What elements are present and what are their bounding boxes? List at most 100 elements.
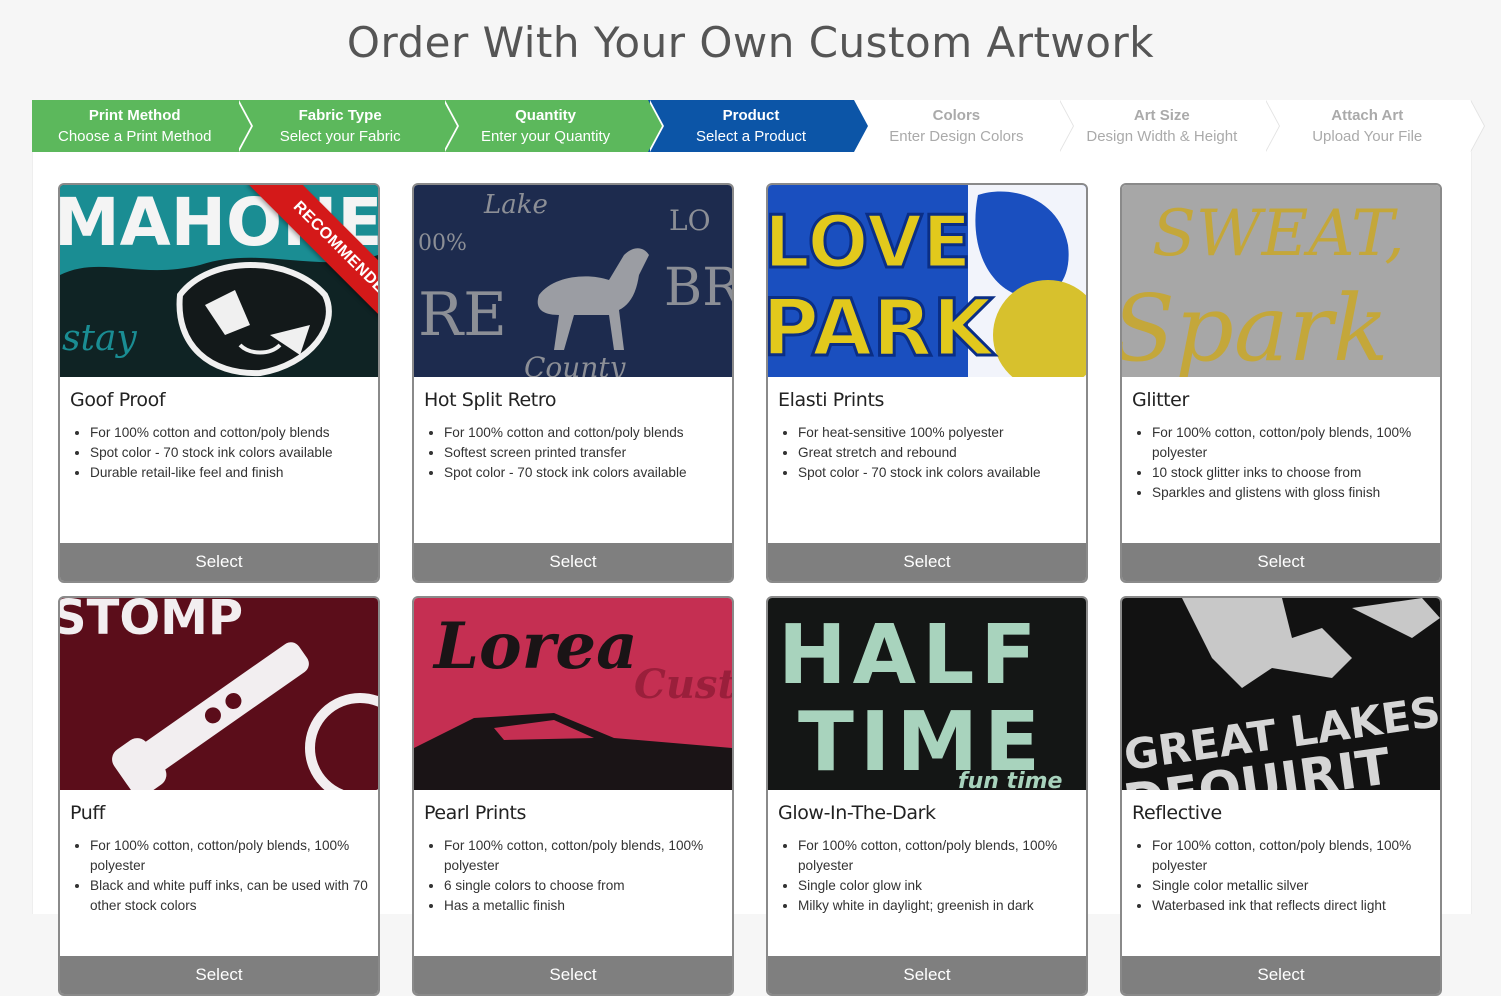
feature-list: For 100% cotton, cotton/poly blends, 100… — [1132, 836, 1440, 916]
feature-item: Softest screen printed transfer — [444, 443, 732, 463]
product-name: Pearl Prints — [424, 802, 527, 824]
step-colors: Colors Enter Design Colors — [853, 100, 1075, 152]
product-card-goof-proof: MAHONE stay RECOMMENDED Goof Proof For 1… — [58, 183, 380, 583]
feature-item: Spot color - 70 stock ink colors availab… — [798, 463, 1086, 483]
print-text: RE — [418, 280, 507, 350]
print-text: BR — [664, 258, 732, 318]
feature-list: For 100% cotton, cotton/poly blends, 100… — [424, 836, 732, 916]
step-title: Attach Art — [1331, 107, 1404, 124]
feature-item: Milky white in daylight; greenish in dar… — [798, 896, 1086, 916]
glitter-print-image[interactable]: SWEAT, Spark — [1122, 185, 1440, 377]
feature-item: Waterbased ink that reflects direct ligh… — [1152, 896, 1440, 916]
car-print-image[interactable]: Lorea Cust — [414, 598, 732, 790]
print-text: HALF — [778, 608, 1042, 703]
feature-item: Sparkles and glistens with gloss finish — [1152, 483, 1440, 503]
product-card-glow-in-the-dark: HALF TIME fun time Glow-In-The-Dark For … — [766, 596, 1088, 996]
step-fabric-type[interactable]: Fabric Type Select your Fabric — [237, 100, 459, 152]
feature-item: Single color glow ink — [798, 876, 1086, 896]
print-script: stay — [62, 318, 137, 359]
great-lakes-print-image[interactable]: GREAT LAKES DEQUIRIT — [1122, 598, 1440, 790]
product-card-hot-split-retro: Lake LO 00% RE BR County Hot Split Retro… — [412, 183, 734, 583]
feature-list: For 100% cotton and cotton/poly blends S… — [424, 423, 732, 483]
feature-list: For 100% cotton, cotton/poly blends, 100… — [70, 836, 378, 916]
step-subtitle: Choose a Print Method — [58, 128, 212, 145]
feature-item: Durable retail-like feel and finish — [90, 463, 378, 483]
feature-item: For heat-sensitive 100% polyester — [798, 423, 1086, 443]
print-text: Lorea — [432, 609, 638, 684]
print-text: Lake — [483, 190, 548, 220]
print-text: Spark — [1122, 275, 1389, 377]
product-card-puff: STOMP Puff For 100% cotton, cotton/poly … — [58, 596, 380, 996]
step-title: Print Method — [88, 107, 181, 124]
feature-list: For 100% cotton, cotton/poly blends, 100… — [1132, 423, 1440, 503]
print-text: 00% — [418, 231, 467, 256]
step-attach-art: Attach Art Upload Your File — [1264, 100, 1485, 152]
product-name: Puff — [70, 802, 105, 824]
feature-item: For 100% cotton, cotton/poly blends, 100… — [1152, 836, 1440, 876]
product-name: Glitter — [1132, 389, 1189, 411]
print-text: SWEAT, — [1152, 197, 1405, 271]
print-text: Cust — [634, 661, 732, 708]
feature-item: Spot color - 70 stock ink colors availab… — [90, 443, 378, 463]
step-title: Art Size — [1133, 107, 1190, 124]
feature-item: 10 stock glitter inks to choose from — [1152, 463, 1440, 483]
feature-item: Great stretch and rebound — [798, 443, 1086, 463]
print-text: LO — [669, 204, 711, 237]
feature-list: For 100% cotton, cotton/poly blends, 100… — [778, 836, 1086, 916]
step-title: Quantity — [515, 107, 576, 124]
print-text: STOMP — [60, 598, 243, 646]
feature-item: For 100% cotton, cotton/poly blends, 100… — [444, 836, 732, 876]
step-subtitle: Select a Product — [695, 128, 806, 145]
step-subtitle: Upload Your File — [1312, 128, 1423, 145]
select-button[interactable]: Select — [768, 543, 1086, 581]
recommended-badge: RECOMMENDED — [248, 185, 378, 345]
select-button[interactable]: Select — [768, 956, 1086, 994]
print-text: County — [524, 351, 627, 377]
step-art-size: Art Size Design Width & Height — [1059, 100, 1280, 152]
step-print-method[interactable]: Print Method Choose a Print Method — [32, 100, 254, 152]
select-button[interactable]: Select — [1122, 543, 1440, 581]
step-title: Fabric Type — [298, 107, 382, 124]
product-name: Glow-In-The-Dark — [778, 802, 936, 824]
step-product[interactable]: Product Select a Product — [648, 100, 870, 152]
select-button[interactable]: Select — [60, 543, 378, 581]
love-park-print-image[interactable]: LOVE PARK — [768, 185, 1086, 377]
puff-print-image[interactable]: STOMP — [60, 598, 378, 790]
select-button[interactable]: Select — [414, 956, 732, 994]
horse-print-image[interactable]: Lake LO 00% RE BR County — [414, 185, 732, 377]
step-subtitle: Design Width & Height — [1086, 128, 1238, 145]
product-name: Elasti Prints — [778, 389, 884, 411]
select-button[interactable]: Select — [1122, 956, 1440, 994]
checkout-steps: Print Method Choose a Print Method Fabri… — [32, 100, 1485, 152]
feature-list: For 100% cotton and cotton/poly blends S… — [70, 423, 378, 483]
halftime-print-image[interactable]: HALF TIME fun time — [768, 598, 1086, 790]
step-subtitle: Enter Design Colors — [889, 128, 1024, 145]
product-name: Reflective — [1132, 802, 1222, 824]
step-quantity[interactable]: Quantity Enter your Quantity — [442, 100, 665, 152]
product-card-elasti-prints: LOVE PARK Elasti Prints For heat-sensiti… — [766, 183, 1088, 583]
select-button[interactable]: Select — [60, 956, 378, 994]
page-title: Order With Your Own Custom Artwork — [346, 18, 1155, 67]
product-name: Hot Split Retro — [424, 389, 557, 411]
feature-item: Black and white puff inks, can be used w… — [90, 876, 378, 916]
feature-item: For 100% cotton and cotton/poly blends — [90, 423, 378, 443]
step-subtitle: Select your Fabric — [279, 128, 401, 145]
step-title: Colors — [932, 107, 981, 124]
step-title: Product — [722, 107, 780, 124]
product-card-glitter: SWEAT, Spark Glitter For 100% cotton, co… — [1120, 183, 1442, 583]
feature-item: For 100% cotton, cotton/poly blends, 100… — [90, 836, 378, 876]
print-text: PARK — [768, 284, 995, 374]
feature-item: For 100% cotton and cotton/poly blends — [444, 423, 732, 443]
feature-item: For 100% cotton, cotton/poly blends, 100… — [798, 836, 1086, 876]
print-text: LOVE — [768, 200, 972, 284]
feature-item: For 100% cotton, cotton/poly blends, 100… — [1152, 423, 1440, 463]
feature-item: Spot color - 70 stock ink colors availab… — [444, 463, 732, 483]
feature-list: For heat-sensitive 100% polyester Great … — [778, 423, 1086, 483]
select-button[interactable]: Select — [414, 543, 732, 581]
step-subtitle: Enter your Quantity — [480, 128, 611, 145]
product-card-reflective: GREAT LAKES DEQUIRIT Reflective For 100%… — [1120, 596, 1442, 996]
product-name: Goof Proof — [70, 389, 166, 411]
print-text: fun time — [958, 769, 1063, 790]
recommended-ribbon: RECOMMENDED — [218, 185, 378, 345]
feature-item: Single color metallic silver — [1152, 876, 1440, 896]
